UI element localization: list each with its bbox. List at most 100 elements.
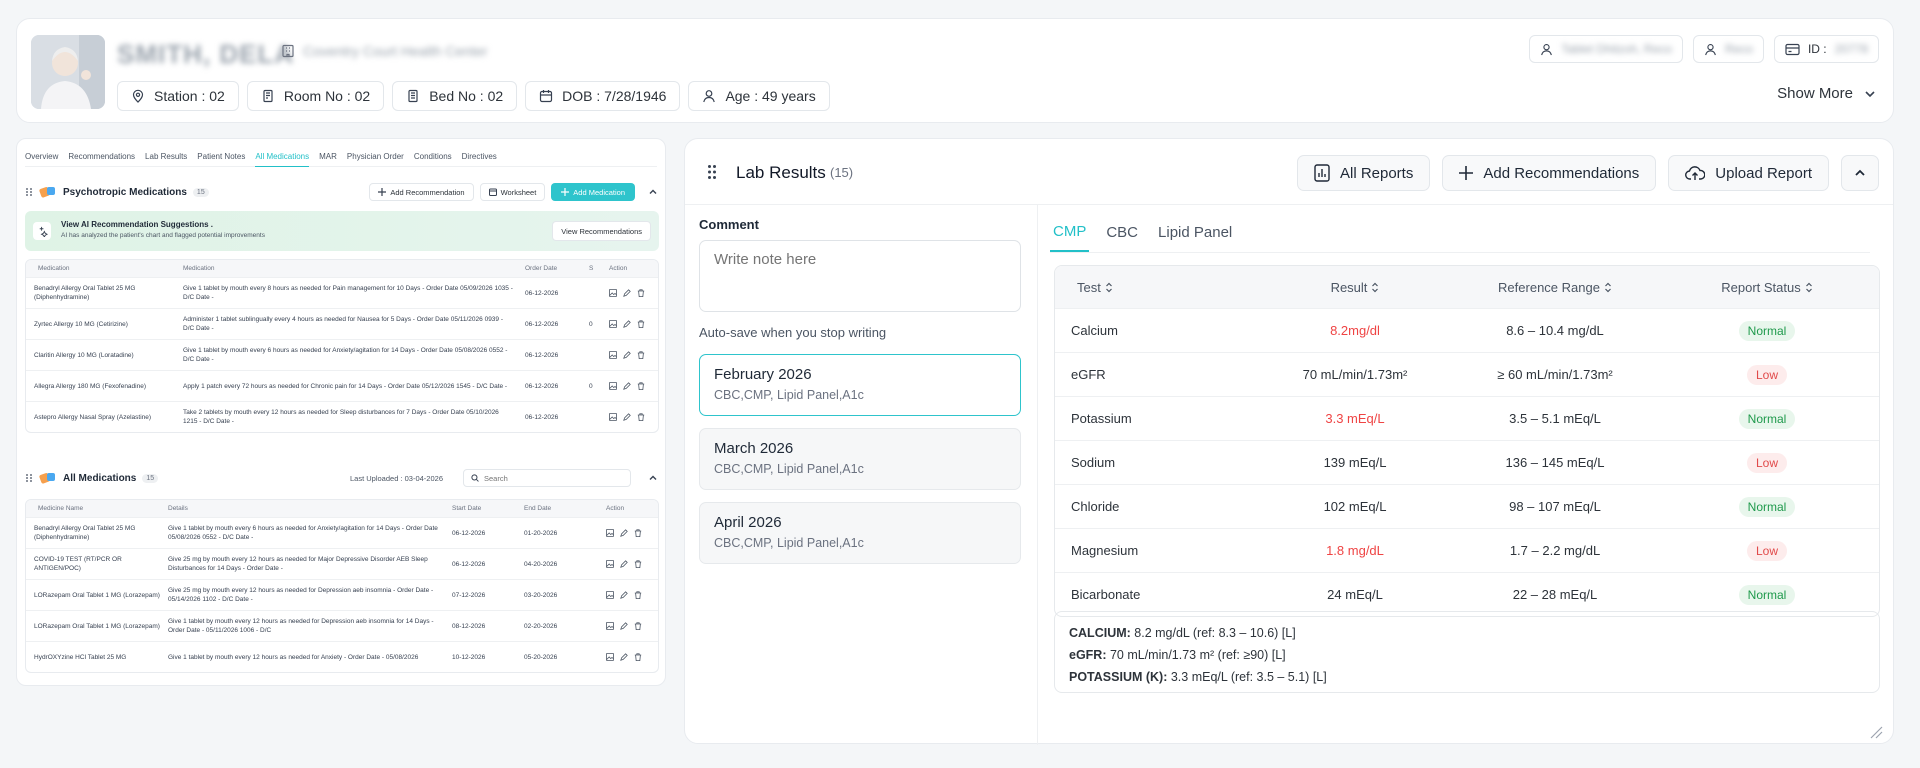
status-badge: Normal [1738,496,1796,517]
trash-icon[interactable] [634,653,642,661]
drag-handle-icon[interactable] [25,473,33,483]
lab-results-title: Lab Results [736,163,826,182]
tab-recommendations[interactable]: Recommendations [68,147,135,166]
trash-icon[interactable] [634,560,642,568]
row-actions [609,413,658,421]
edit-icon[interactable] [623,320,631,328]
chevron-up-icon[interactable] [647,186,659,198]
image-icon[interactable] [609,351,617,359]
worksheet-button[interactable]: Worksheet [479,183,546,201]
image-icon[interactable] [606,591,614,599]
test-name: Magnesium [1071,543,1139,558]
table-row: Magnesium 1.8 mg/dL 1.7 – 2.2 mg/dL Low [1055,528,1879,572]
edit-icon[interactable] [623,382,631,390]
table-row: LORazepam Oral Tablet 1 MG (Lorazepam) G… [26,610,658,641]
edit-icon[interactable] [623,289,631,297]
sort-test[interactable]: Test [1055,280,1255,295]
order-date: 06-12-2026 [525,351,559,359]
trash-icon[interactable] [637,413,645,421]
tab-all-medications[interactable]: All Medications [255,147,310,167]
edit-icon[interactable] [620,653,628,661]
image-icon[interactable] [606,622,614,630]
table-row: Zyrtec Allergy 10 MG (Cetirizine) Admini… [26,308,658,339]
trash-icon[interactable] [637,382,645,390]
medicine-details: Give 25 mg by mouth every 12 hours as ne… [168,587,434,603]
tab-patient-notes[interactable]: Patient Notes [197,147,245,166]
collapse-button[interactable] [1841,155,1879,191]
trash-icon[interactable] [637,320,645,328]
sort-range[interactable]: Reference Range [1455,280,1655,295]
drag-handle-icon[interactable] [707,164,717,180]
tab-cmp[interactable]: CMP [1050,213,1090,252]
edit-icon[interactable] [620,591,628,599]
id-chip: ID :20778 [1773,35,1879,63]
tab-overview[interactable]: Overview [25,147,58,166]
report-card[interactable]: March 2026 CBC,CMP, Lipid Panel,A1c [699,428,1021,490]
count-badge: 15 [142,473,159,483]
tab-mar[interactable]: MAR [319,147,337,166]
add-recommendations-button[interactable]: Add Recommendations [1442,155,1657,191]
image-icon[interactable] [609,289,617,297]
trash-icon[interactable] [637,289,645,297]
image-icon[interactable] [606,529,614,537]
medicine-name: HydrOXYzine HCl Tablet 25 MG [34,653,127,661]
summary-label: CALCIUM: [1069,626,1131,640]
medication-name: Claritin Allergy 10 MG (Loratadine) [34,351,134,359]
resize-handle-icon[interactable] [1869,725,1883,739]
user-icon [702,89,716,103]
edit-icon[interactable] [623,351,631,359]
tab-physician-order[interactable]: Physician Order [347,147,404,166]
all-medications-section: All Medications 15 Last Uploaded : 03-04… [25,465,659,673]
plus-icon [1459,166,1474,180]
trash-icon[interactable] [634,622,642,630]
show-more-button[interactable]: Show More [1777,85,1877,102]
chevron-up-icon[interactable] [647,472,659,484]
view-recommendations-button[interactable]: View Recommendations [552,221,651,241]
image-icon[interactable] [609,382,617,390]
table-row: Benadryl Allergy Oral Tablet 25 MG (Diph… [26,517,658,548]
table-row: Calcium 8.2mg/dl 8.6 – 10.4 mg/dL Normal [1055,308,1879,352]
trash-icon[interactable] [634,591,642,599]
edit-icon[interactable] [623,413,631,421]
summary-label: POTASSIUM (K): [1069,670,1168,684]
tab-lab-results[interactable]: Lab Results [145,147,187,166]
search-box[interactable] [463,469,631,487]
plus-icon [378,188,387,196]
search-input[interactable] [484,473,623,483]
image-icon[interactable] [606,653,614,661]
report-card[interactable]: April 2026 CBC,CMP, Lipid Panel,A1c [699,502,1021,564]
image-icon[interactable] [606,560,614,568]
medication-details: Give 1 tablet by mouth every 6 hours as … [183,347,508,363]
all-reports-button[interactable]: All Reports [1296,155,1431,191]
order-date: 06-12-2026 [525,320,559,328]
image-icon[interactable] [609,413,617,421]
image-icon[interactable] [609,320,617,328]
add-recommendation-button[interactable]: Add Recommendation [369,183,474,201]
table-header: Medication Medication Order Date S Actio… [26,260,658,277]
row-actions [606,529,658,537]
report-card[interactable]: February 2026 CBC,CMP, Lipid Panel,A1c [699,354,1021,416]
sort-result[interactable]: Result [1255,280,1455,295]
tab-lipid-panel[interactable]: Lipid Panel [1155,214,1235,251]
test-result: 70 mL/min/1.73m² [1302,367,1408,382]
trash-icon[interactable] [634,529,642,537]
report-chart-icon [1314,164,1330,182]
tab-directives[interactable]: Directives [462,147,497,166]
trash-icon[interactable] [637,351,645,359]
edit-icon[interactable] [620,560,628,568]
comment-textarea[interactable] [699,240,1021,312]
summary-line: eGFR: 70 mL/min/1.73 m² (ref: ≥90) [L] [1069,644,1865,666]
edit-icon[interactable] [620,622,628,630]
sort-status[interactable]: Report Status [1655,280,1879,295]
report-panels: CBC,CMP, Lipid Panel,A1c [714,388,864,402]
tab-conditions[interactable]: Conditions [414,147,452,166]
patient-avatar [31,35,105,109]
table-row: Potassium 3.3 mEq/L 3.5 – 5.1 mEq/L Norm… [1055,396,1879,440]
tab-cbc[interactable]: CBC [1103,214,1141,251]
row-actions [606,653,658,661]
upload-report-button[interactable]: Upload Report [1668,155,1829,191]
add-medication-button[interactable]: Add Medication [551,183,635,201]
edit-icon[interactable] [620,529,628,537]
pills-icon [39,471,57,485]
drag-handle-icon[interactable] [25,187,33,197]
